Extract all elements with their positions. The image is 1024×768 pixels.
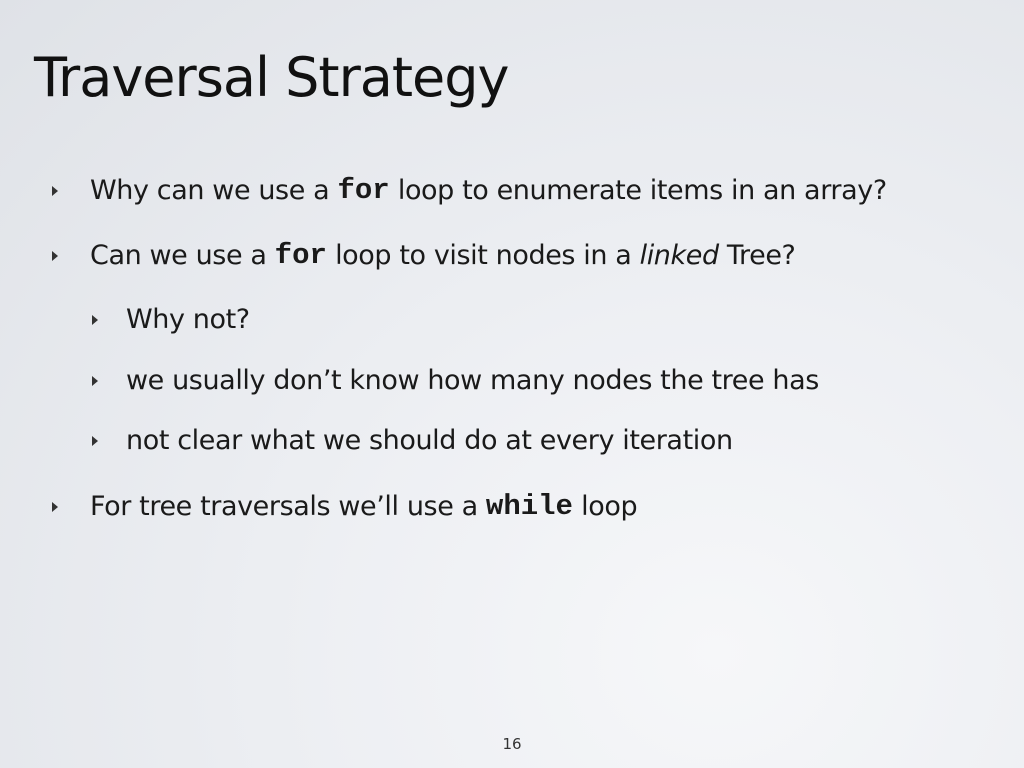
sub-bullet-text: Why not? (126, 304, 250, 335)
bullet-text: Why can we use a (90, 175, 338, 206)
bullet-list: Why can we use a for loop to enumerate i… (0, 0, 1024, 768)
bullet-item: For tree traversals we’ll use a while lo… (52, 490, 638, 523)
page-number: 16 (502, 735, 522, 753)
slide: Traversal Strategy Why can we use a for … (0, 0, 1024, 768)
bullet-text: Can we use a (90, 240, 275, 271)
bullet-text: Tree? (718, 240, 796, 271)
sub-bullet-text: not clear what we should do at every ite… (126, 425, 733, 456)
code-keyword: for (337, 174, 390, 207)
bullet-text: loop (572, 491, 638, 522)
bullet-text: loop to enumerate items in an array? (389, 175, 887, 206)
triangle-bullet-icon (92, 375, 98, 386)
sub-bullet-item: not clear what we should do at every ite… (92, 425, 733, 456)
bullet-text: loop to visit nodes in a (326, 240, 640, 271)
sub-bullet-text: we usually don’t know how many nodes the… (126, 365, 819, 396)
triangle-bullet-icon (52, 185, 58, 196)
bullet-text: For tree traversals we’ll use a (90, 491, 486, 522)
bullet-item: Why can we use a for loop to enumerate i… (52, 174, 887, 207)
triangle-bullet-icon (52, 250, 58, 261)
code-keyword: for (274, 239, 327, 272)
bullet-item: Can we use a for loop to visit nodes in … (52, 239, 796, 272)
emphasis-text: linked (639, 240, 720, 271)
triangle-bullet-icon (52, 501, 58, 512)
triangle-bullet-icon (92, 435, 98, 446)
code-keyword: while (485, 490, 573, 523)
sub-bullet-item: Why not? (92, 304, 250, 335)
triangle-bullet-icon (92, 314, 98, 325)
sub-bullet-item: we usually don’t know how many nodes the… (92, 365, 819, 396)
